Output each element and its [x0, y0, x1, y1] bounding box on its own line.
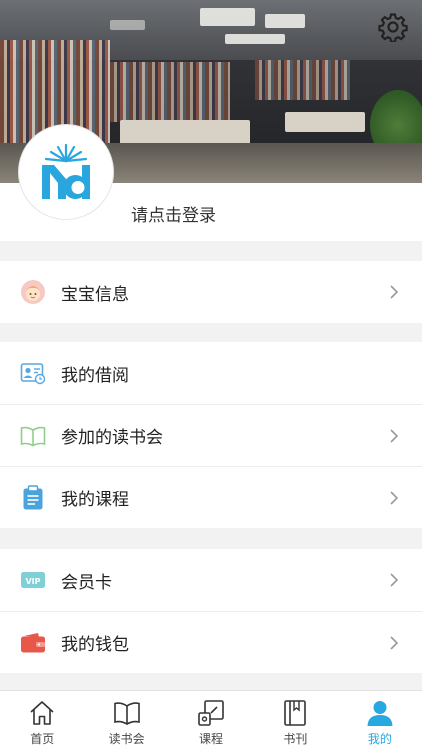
wallet-icon [20, 630, 46, 656]
chevron-right-icon [390, 573, 399, 587]
home-icon [30, 701, 54, 725]
tab-label: 书刊 [283, 732, 308, 746]
menu-item-label: 我的钱包 [61, 635, 129, 655]
tab-book-club[interactable]: 读书会 [84, 691, 168, 750]
tab-magazines[interactable]: 书刊 [253, 691, 337, 750]
tab-label: 课程 [199, 732, 224, 746]
menu-item-label: 我的课程 [61, 490, 129, 510]
tab-label: 我的 [367, 732, 392, 746]
id-card-icon [20, 360, 46, 386]
profile-page: 请点击登录 宝宝信息 我的借阅 参加的读书会 我的课程 VIP 会员卡 我的钱包… [0, 0, 422, 750]
menu-item-membership-card[interactable]: VIP 会员卡 [0, 549, 422, 611]
menu-item-label: 宝宝信息 [61, 284, 129, 305]
bottom-tab-bar: 首页 读书会 课程 书刊 我的 [0, 690, 422, 750]
course-icon [198, 700, 224, 726]
menu-item-baby-info[interactable]: 宝宝信息 [0, 261, 422, 323]
menu-item-label: 会员卡 [61, 572, 112, 593]
menu-group-baby: 宝宝信息 [0, 261, 422, 323]
menu-item-my-courses[interactable]: 我的课程 [0, 466, 422, 528]
person-icon [367, 701, 393, 726]
tab-home[interactable]: 首页 [0, 691, 84, 750]
book-icon [113, 702, 140, 725]
menu-item-label: 我的借阅 [61, 365, 129, 386]
avatar[interactable] [18, 124, 114, 220]
app-logo-icon [42, 143, 90, 199]
menu-group-account: VIP 会员卡 我的钱包 [0, 549, 422, 673]
tab-label: 读书会 [108, 732, 145, 746]
chevron-right-icon [390, 635, 399, 650]
magazine-icon [284, 700, 307, 726]
baby-face-icon [20, 279, 46, 305]
vip-card-icon: VIP [20, 567, 46, 593]
menu-item-label: 参加的读书会 [61, 428, 163, 448]
tab-mine[interactable]: 我的 [338, 691, 422, 750]
chevron-right-icon [390, 428, 399, 443]
chevron-right-icon [390, 285, 399, 299]
clipboard-icon [20, 484, 46, 511]
menu-group-reading: 我的借阅 参加的读书会 我的课程 [0, 342, 422, 528]
menu-item-my-wallet[interactable]: 我的钱包 [0, 611, 422, 673]
tab-label: 首页 [30, 732, 55, 746]
open-book-icon [20, 423, 46, 449]
menu-item-joined-book-club[interactable]: 参加的读书会 [0, 404, 422, 466]
menu-item-my-borrowing[interactable]: 我的借阅 [0, 342, 422, 404]
tab-courses[interactable]: 课程 [169, 691, 253, 750]
chevron-right-icon [390, 490, 399, 505]
gear-icon[interactable] [378, 12, 408, 42]
login-prompt[interactable]: 请点击登录 [131, 201, 216, 226]
svg-text:VIP: VIP [25, 577, 40, 586]
